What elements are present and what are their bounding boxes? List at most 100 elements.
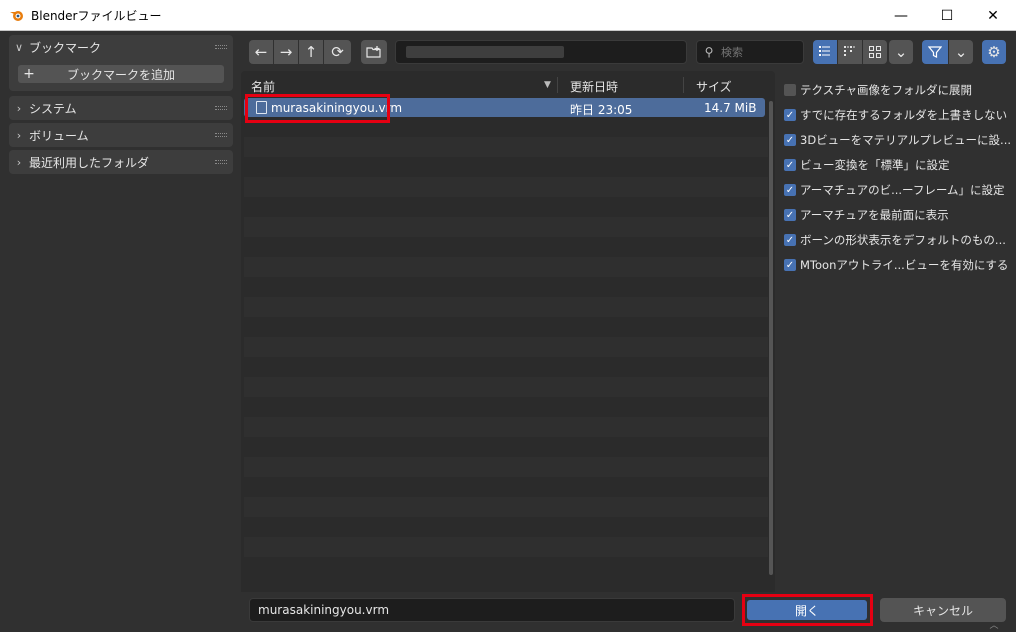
option-armature-wireframe[interactable]: ✓ アーマチュアのビ...ーフレーム」に設定 xyxy=(784,181,1005,199)
option-bone-shape-default[interactable]: ✓ ボーンの形状表示をデフォルトのもの... xyxy=(784,231,1006,249)
recent-folders-label: 最近利用したフォルダ xyxy=(29,155,150,170)
column-name-header[interactable]: 名前 xyxy=(251,78,275,95)
highlight-box xyxy=(245,94,390,123)
empty-row xyxy=(244,497,768,517)
checkbox-checked[interactable]: ✓ xyxy=(784,259,796,271)
refresh-button[interactable]: ⟳ xyxy=(324,40,351,64)
option-label: ビュー変換を「標準」に設定 xyxy=(800,158,950,172)
sort-descending-icon[interactable]: ▼ xyxy=(544,80,551,90)
option-label: テクスチャ画像をフォルダに展開 xyxy=(800,83,973,97)
filter-settings-dropdown[interactable]: ⌄ xyxy=(949,40,973,64)
column-separator[interactable] xyxy=(683,77,684,93)
chevron-right-icon: › xyxy=(16,101,22,115)
search-input[interactable] xyxy=(721,45,801,59)
toolbar: ← → ↑ ⟳ ⚲ ⌄ ⌄ ⚙ xyxy=(240,31,1016,71)
checkbox-checked[interactable]: ✓ xyxy=(784,234,796,246)
search-field[interactable]: ⚲ xyxy=(696,40,804,64)
display-mode-vertical-list-button[interactable] xyxy=(813,40,837,64)
arrow-left-icon: ← xyxy=(254,43,268,61)
cancel-button-label: キャンセル xyxy=(912,603,973,618)
directory-path-field[interactable] xyxy=(395,40,687,64)
settings-button[interactable]: ⚙ xyxy=(982,40,1006,64)
column-date-header[interactable]: 更新日時 xyxy=(570,78,618,95)
volumes-panel[interactable]: › ボリューム xyxy=(9,123,233,147)
close-button[interactable]: ✕ xyxy=(970,0,1016,31)
vertical-scrollbar[interactable] xyxy=(769,101,773,575)
back-button[interactable]: ← xyxy=(249,40,273,64)
checkbox-checked[interactable]: ✓ xyxy=(784,184,796,196)
drag-handle-icon[interactable] xyxy=(215,45,227,49)
filename-field[interactable]: murasakiningyou.vrm xyxy=(249,598,735,622)
empty-row xyxy=(244,137,768,157)
empty-row xyxy=(244,177,768,197)
drag-handle-icon[interactable] xyxy=(215,133,227,137)
drag-handle-icon[interactable] xyxy=(215,160,227,164)
blender-logo-icon xyxy=(10,11,23,21)
minimize-button[interactable]: — xyxy=(878,0,924,31)
cancel-button[interactable]: キャンセル xyxy=(880,598,1006,622)
column-separator[interactable] xyxy=(557,77,558,93)
checkbox-checked[interactable]: ✓ xyxy=(784,134,796,146)
filter-toggle-button[interactable] xyxy=(922,40,948,64)
checkbox-checked[interactable]: ✓ xyxy=(784,109,796,121)
chevron-right-icon: › xyxy=(16,128,22,142)
add-bookmark-button[interactable]: + ブックマークを追加 xyxy=(18,65,224,83)
option-no-overwrite[interactable]: ✓ すでに存在するフォルダを上書きしない xyxy=(784,106,1007,124)
refresh-icon: ⟳ xyxy=(331,43,344,61)
chevron-up-icon[interactable]: ︿ xyxy=(988,622,1000,631)
empty-row xyxy=(244,457,768,477)
forward-button[interactable]: → xyxy=(274,40,298,64)
empty-row xyxy=(244,337,768,357)
checkbox-checked[interactable]: ✓ xyxy=(784,209,796,221)
filter-icon xyxy=(928,46,942,58)
display-settings-dropdown[interactable]: ⌄ xyxy=(889,40,913,64)
display-mode-horizontal-list-button[interactable] xyxy=(838,40,862,64)
option-mtoon-outline[interactable]: ✓ MToonアウトライ...ビューを有効にする xyxy=(784,256,1008,274)
empty-row xyxy=(244,297,768,317)
system-panel[interactable]: › システム xyxy=(9,96,233,120)
thumbnails-icon xyxy=(869,46,881,58)
filename-value: murasakiningyou.vrm xyxy=(258,603,390,617)
option-view-transform[interactable]: ✓ ビュー変換を「標準」に設定 xyxy=(784,156,950,174)
column-header: 名前 ▼ 更新日時 サイズ xyxy=(241,75,775,95)
empty-row xyxy=(244,537,768,557)
import-options-panel: テクスチャ画像をフォルダに展開 ✓ すでに存在するフォルダを上書きしない ✓ 3… xyxy=(776,71,1016,592)
plus-icon: + xyxy=(23,66,35,82)
sidebar: ∨ ブックマーク + ブックマークを追加 › システム › ボリューム › 最近… xyxy=(0,31,240,632)
window-title: Blenderファイルビュー xyxy=(31,9,162,23)
arrow-right-icon: → xyxy=(279,43,293,61)
add-bookmark-label: ブックマークを追加 xyxy=(66,67,175,82)
option-material-preview[interactable]: ✓ 3Dビューをマテリアルプレビューに設... xyxy=(784,131,1011,149)
close-icon: ✕ xyxy=(987,7,999,24)
file-size: 14.7 MiB xyxy=(704,101,757,115)
arrow-up-icon: ↑ xyxy=(304,43,318,61)
horizontal-list-icon xyxy=(844,46,855,56)
checkbox-unchecked[interactable] xyxy=(784,84,796,96)
window-titlebar: Blenderファイルビュー — ☐ ✕ xyxy=(0,0,1016,31)
highlight-box xyxy=(742,594,873,626)
chevron-down-icon: ∨ xyxy=(14,40,24,54)
empty-row xyxy=(244,217,768,237)
option-label: すでに存在するフォルダを上書きしない xyxy=(800,108,1008,122)
option-label: アーマチュアのビ...ーフレーム」に設定 xyxy=(800,183,1005,197)
display-mode-thumbnails-button[interactable] xyxy=(863,40,887,64)
option-armature-in-front[interactable]: ✓ アーマチュアを最前面に表示 xyxy=(784,206,949,224)
new-folder-icon xyxy=(366,46,381,58)
bookmarks-header[interactable]: ∨ ブックマーク xyxy=(9,35,233,59)
option-extract-textures[interactable]: テクスチャ画像をフォルダに展開 xyxy=(784,81,972,99)
maximize-button[interactable]: ☐ xyxy=(924,0,970,31)
bottom-bar: murasakiningyou.vrm 開く キャンセル ︿ xyxy=(240,592,1016,632)
checkbox-checked[interactable]: ✓ xyxy=(784,159,796,171)
bookmarks-panel: ∨ ブックマーク + ブックマークを追加 xyxy=(9,35,233,91)
file-list[interactable]: 名前 ▼ 更新日時 サイズ murasakiningyou.vrm 昨日 23:… xyxy=(241,71,775,592)
parent-directory-button[interactable]: ↑ xyxy=(299,40,323,64)
minimize-icon: — xyxy=(894,7,908,24)
column-size-header[interactable]: サイズ xyxy=(696,78,732,95)
system-label: システム xyxy=(29,101,77,116)
chevron-down-icon: ⌄ xyxy=(894,43,908,61)
drag-handle-icon[interactable] xyxy=(215,106,227,110)
empty-row xyxy=(244,257,768,277)
gear-icon: ⚙ xyxy=(987,43,1001,61)
recent-folders-panel[interactable]: › 最近利用したフォルダ xyxy=(9,150,233,174)
new-folder-button[interactable] xyxy=(361,40,387,64)
